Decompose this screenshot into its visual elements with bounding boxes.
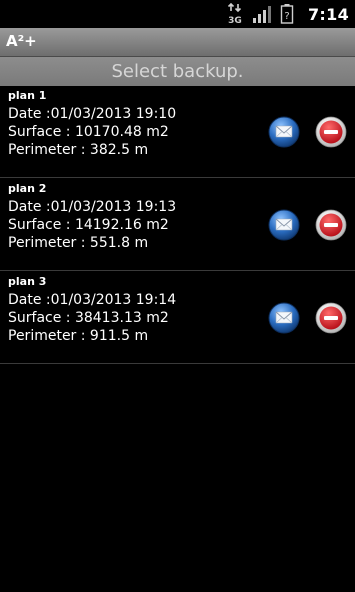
list-item[interactable]: plan 3 Date :01/03/2013 19:14 Surface : … — [0, 272, 355, 364]
plan-surface: Surface : 10170.48 m2 — [8, 124, 169, 140]
mail-icon[interactable] — [268, 116, 300, 148]
plan-perimeter: Perimeter : 551.8 m — [8, 235, 149, 251]
status-bar: 3G ? 7:14 — [0, 0, 355, 28]
plan-date: Date :01/03/2013 19:14 — [8, 292, 177, 308]
delete-icon[interactable] — [315, 209, 347, 241]
header-bar: Select backup. — [0, 57, 355, 86]
delete-icon[interactable] — [315, 116, 347, 148]
data-arrows-3g-icon: 3G — [226, 2, 244, 26]
status-icons: 3G ? 7:14 — [226, 0, 349, 28]
app-title: A²+ — [6, 32, 37, 50]
plan-name: plan 3 — [8, 275, 47, 288]
signal-icon — [252, 4, 272, 24]
plan-surface: Surface : 38413.13 m2 — [8, 310, 169, 326]
plan-surface: Surface : 14192.16 m2 — [8, 217, 169, 233]
status-time: 7:14 — [308, 4, 349, 24]
mail-icon[interactable] — [268, 209, 300, 241]
plan-name: plan 2 — [8, 182, 47, 195]
delete-icon[interactable] — [315, 302, 347, 334]
plan-perimeter: Perimeter : 382.5 m — [8, 142, 149, 158]
plan-name: plan 1 — [8, 89, 47, 102]
mail-icon[interactable] — [268, 302, 300, 334]
list-item[interactable]: plan 2 Date :01/03/2013 19:13 Surface : … — [0, 179, 355, 271]
plan-date: Date :01/03/2013 19:13 — [8, 199, 177, 215]
svg-text:?: ? — [284, 11, 289, 22]
battery-icon: ? — [280, 3, 294, 25]
plan-perimeter: Perimeter : 911.5 m — [8, 328, 149, 344]
app-titlebar: A²+ — [0, 28, 355, 57]
network-type-label: 3G — [228, 16, 242, 25]
plan-list: plan 1 Date :01/03/2013 19:10 Surface : … — [0, 86, 355, 364]
page-title: Select backup. — [111, 61, 244, 82]
list-item[interactable]: plan 1 Date :01/03/2013 19:10 Surface : … — [0, 86, 355, 178]
plan-date: Date :01/03/2013 19:10 — [8, 106, 177, 122]
